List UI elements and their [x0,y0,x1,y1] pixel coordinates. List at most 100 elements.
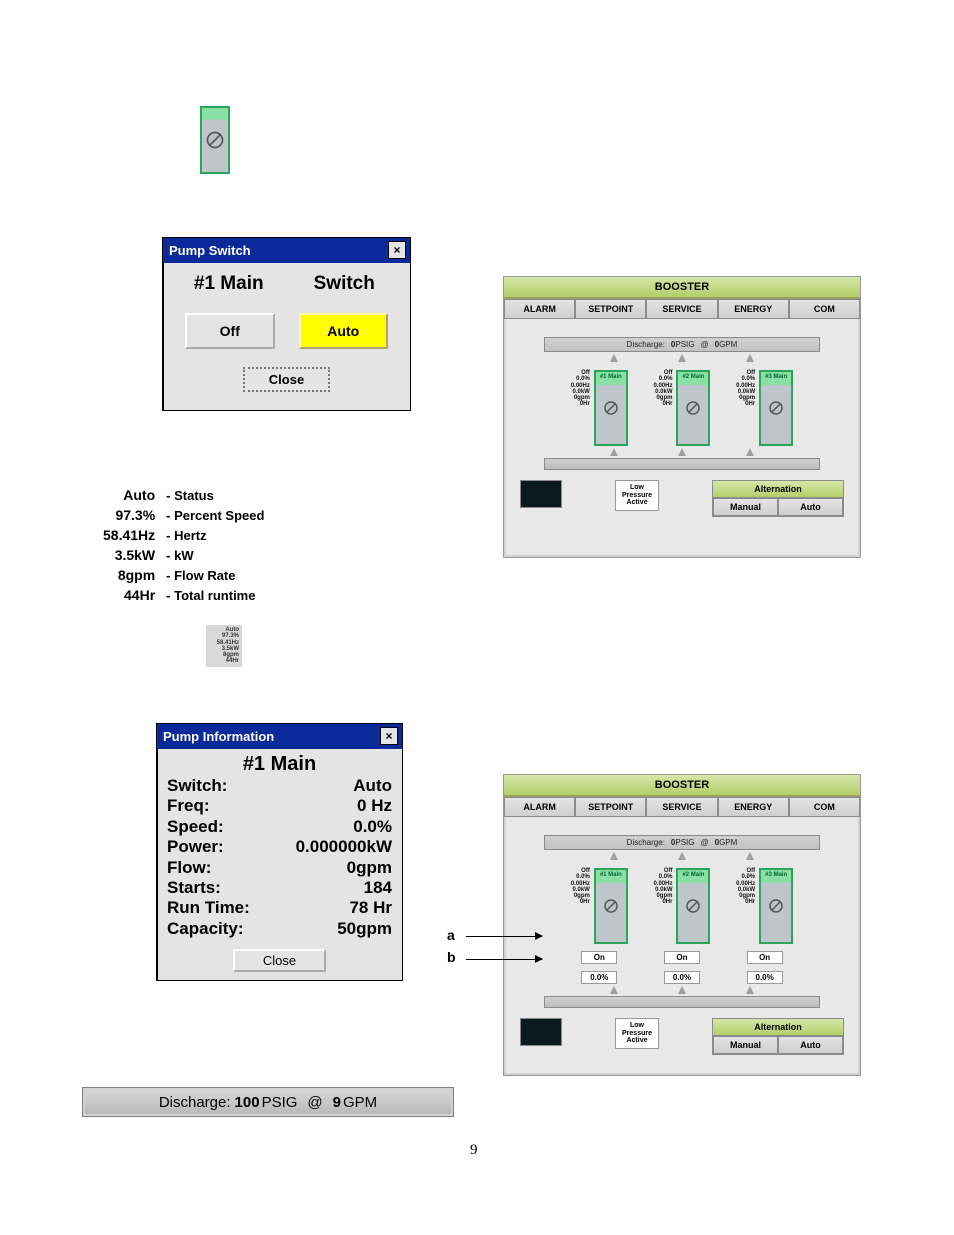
arrow-up-icon [610,986,618,994]
pi-switch-value: Auto [353,776,392,796]
stat-runtime-label: - Total runtime [165,586,265,604]
tab-service[interactable]: SERVICE [646,299,717,319]
pump-stats-list: Auto- Status 97.3%- Percent Speed 58.41H… [100,484,267,606]
suction-header-pipe [544,458,820,470]
discharge-at: @ [701,340,709,349]
arrow-up-icon [610,448,618,456]
pi-flow-label: Flow: [167,858,347,878]
discharge-bar: Discharge: 0PSIG @ 0GPM [544,337,820,352]
pi-power-label: Power: [167,837,296,857]
tab-energy[interactable]: ENERGY [718,299,789,319]
pi-runtime-value: 78 Hr [349,898,392,918]
arrow-up-icon [678,354,686,362]
mini-stats-line: 44Hr [209,658,239,664]
tab-com[interactable]: COM [789,299,860,319]
pump-switch-heading-right: Switch [287,273,403,295]
arrow-up-icon [678,852,686,860]
stat-hz-value: 58.41Hz [102,526,163,544]
pi-runtime-label: Run Time: [167,898,349,918]
close-button[interactable]: Close [243,367,330,392]
pump-info-heading: #1 Main [167,753,392,776]
pump1-labels: Off0.0%0.00Hz0.0kW0gpm0Hr [571,868,590,944]
alternation-box: Alternation Manual Auto [712,480,844,517]
marker-b: b [447,949,456,965]
tab-com[interactable]: COM [789,797,860,817]
arrow-up-icon [610,354,618,362]
tab-energy[interactable]: ENERGY [718,797,789,817]
pump3-speed-entry[interactable]: 0.0% [747,971,783,984]
booster-title: BOOSTER [504,277,860,299]
off-button[interactable]: Off [185,313,275,349]
tab-setpoint[interactable]: SETPOINT [575,299,646,319]
discharge-gpm-unit: GPM [719,838,737,847]
discharge-ribbon: Discharge: 100PSIG @ 9GPM [82,1087,454,1117]
pump-3-icon[interactable]: #3 Main [759,370,793,446]
alternation-manual-button[interactable]: Manual [713,498,778,516]
discharge-psig-unit: PSIG [262,1094,298,1111]
stat-kw-label: - kW [165,546,265,564]
stat-flow-value: 8gpm [102,566,163,584]
pi-starts-label: Starts: [167,878,364,898]
pump1-on-button[interactable]: On [581,951,617,964]
pump-3-icon[interactable]: #3 Main [759,868,793,944]
pi-speed-label: Speed: [167,817,353,837]
pi-power-value: 0.000000kW [296,837,392,857]
arrow-up-icon [746,986,754,994]
alternation-title: Alternation [713,481,843,498]
pump-switch-heading: #1 Main [171,273,287,295]
mini-stats: Auto 97.3% 58.41Hz 3.5kW 8gpm 44Hr [206,625,242,667]
tab-alarm[interactable]: ALARM [504,299,575,319]
discharge-at: @ [307,1094,322,1111]
pump-switch-dialog: Pump Switch × #1 Main Switch Off Auto Cl… [162,237,411,411]
suction-header-pipe [544,996,820,1008]
pump-icon-small [200,106,230,174]
pump-switch-title: Pump Switch [169,243,251,258]
alternation-box: Alternation Manual Auto [712,1018,844,1055]
alternation-auto-button[interactable]: Auto [778,498,843,516]
stat-speed-label: - Percent Speed [165,506,265,524]
trend-chart-icon[interactable] [520,480,562,508]
pi-switch-label: Switch: [167,776,353,796]
pump2-on-button[interactable]: On [664,951,700,964]
marker-b-arrow-icon [466,959,542,960]
arrow-up-icon [610,852,618,860]
discharge-label: Discharge: [627,340,665,349]
tab-setpoint[interactable]: SETPOINT [575,797,646,817]
discharge-gpm-unit: GPM [719,340,737,349]
alternation-manual-button[interactable]: Manual [713,1036,778,1054]
close-icon[interactable]: × [380,727,398,745]
pump3-labels: Off0.0%0.00Hz0.0kW0gpm0Hr [736,370,755,408]
close-button[interactable]: Close [233,949,326,972]
page-number: 9 [470,1142,478,1159]
stat-status-value: Auto [102,486,163,504]
stat-kw-value: 3.5kW [102,546,163,564]
pump-info-dialog: Pump Information × #1 Main Switch:Auto F… [156,723,403,981]
tab-alarm[interactable]: ALARM [504,797,575,817]
pi-starts-value: 184 [364,878,392,898]
pump-2-icon[interactable]: #2 Main [676,868,710,944]
close-icon[interactable]: × [388,241,406,259]
pump-info-titlebar: Pump Information × [157,724,402,749]
stat-hz-label: - Hertz [165,526,265,544]
arrow-up-icon [746,448,754,456]
stat-flow-label: - Flow Rate [165,566,265,584]
pump3-labels: Off0.0%0.00Hz0.0kW0gpm0Hr [736,868,755,944]
pump1-speed-entry[interactable]: 0.0% [581,971,617,984]
pump-1-icon[interactable]: #1 Main [594,868,628,944]
trend-chart-icon[interactable] [520,1018,562,1046]
tab-service[interactable]: SERVICE [646,797,717,817]
pi-freq-value: 0 Hz [357,796,392,816]
pump-1-icon[interactable]: #1 Main [594,370,628,446]
alternation-auto-button[interactable]: Auto [778,1036,843,1054]
pump-2-icon[interactable]: #2 Main [676,370,710,446]
discharge-gpm-unit: GPM [343,1094,377,1111]
pump3-on-button[interactable]: On [747,951,783,964]
marker-a: a [447,927,455,943]
stat-runtime-value: 44Hr [102,586,163,604]
arrow-up-icon [678,448,686,456]
low-pressure-indicator: LowPressureActive [615,480,659,511]
pump-info-title: Pump Information [163,729,274,744]
arrow-up-icon [746,852,754,860]
pump2-speed-entry[interactable]: 0.0% [664,971,700,984]
auto-button[interactable]: Auto [299,313,389,349]
